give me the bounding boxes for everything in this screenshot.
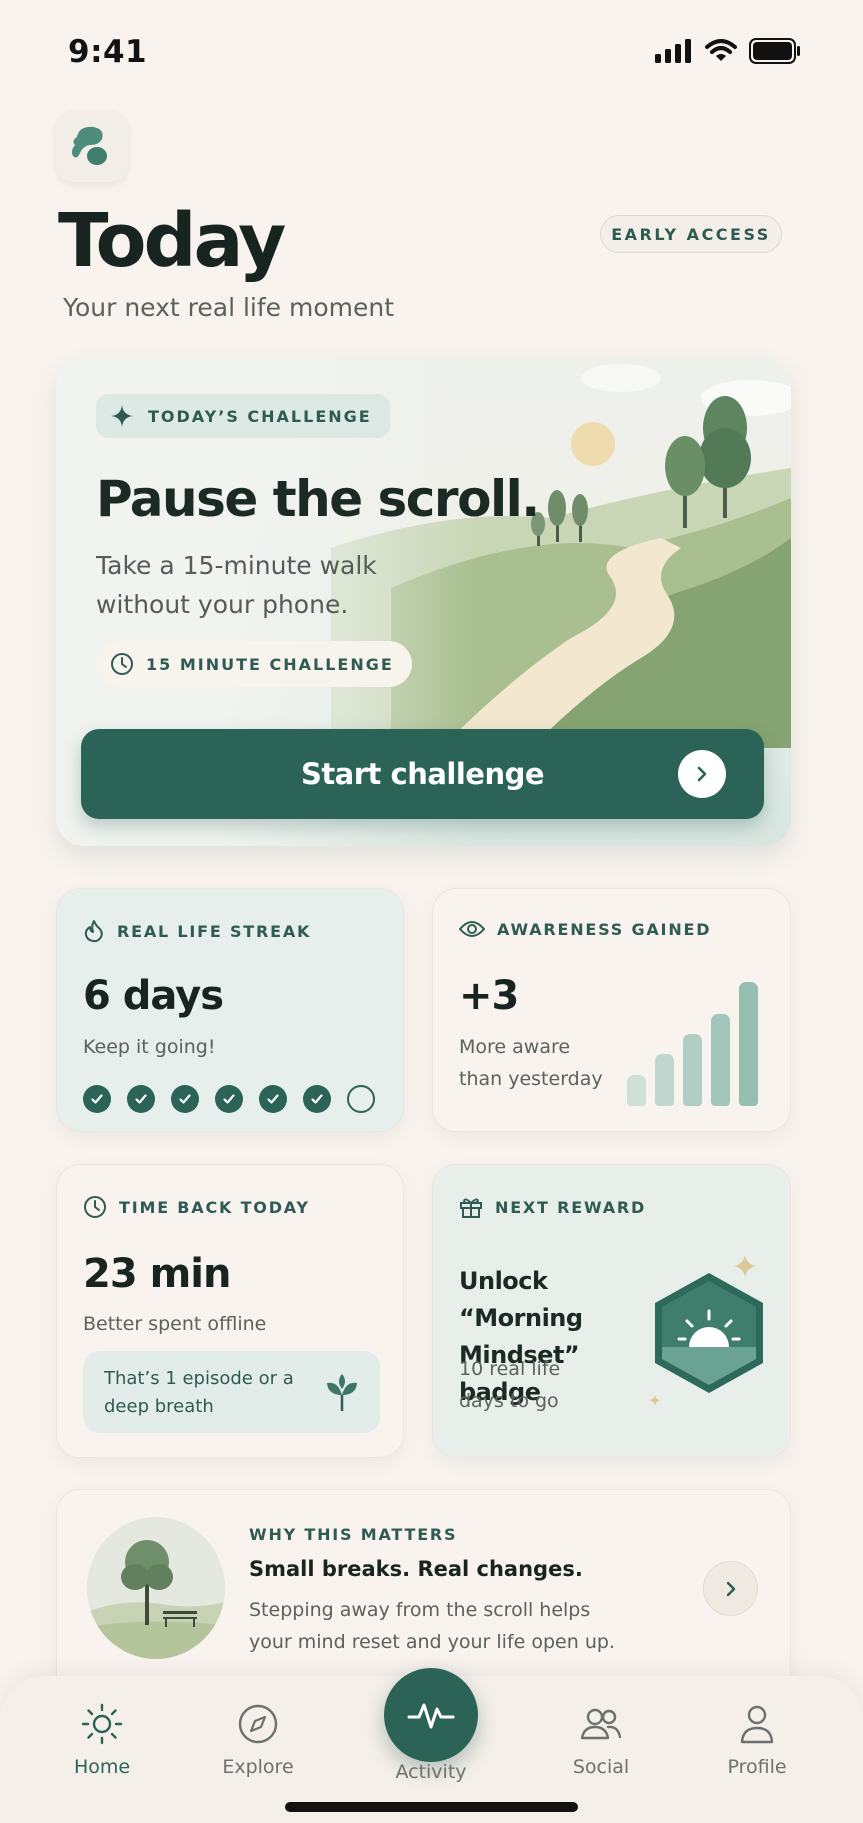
why-title: Small breaks. Real changes.	[249, 1557, 583, 1581]
awareness-subtitle: More aware than yesterday	[459, 1036, 603, 1090]
app-logo[interactable]	[56, 110, 128, 182]
streak-days	[83, 1085, 375, 1113]
tab-explore-label: Explore	[222, 1756, 294, 1778]
sun-icon	[81, 1703, 123, 1745]
tab-profile[interactable]: Profile	[697, 1702, 817, 1778]
challenge-tag: TODAY’S CHALLENGE	[96, 394, 390, 438]
page-subtitle: Your next real life moment	[63, 293, 395, 322]
gift-icon	[460, 1198, 482, 1218]
check-icon	[267, 1094, 279, 1104]
tab-social-label: Social	[572, 1756, 630, 1778]
streak-day-pending	[347, 1085, 375, 1113]
reward-card[interactable]: NEXT REWARD Unlock “Morning Mindset” bad…	[432, 1164, 791, 1458]
flame-icon	[84, 920, 103, 943]
awareness-bar	[627, 1075, 646, 1106]
time-back-note: That’s 1 episode or a deep breath	[83, 1351, 380, 1433]
challenge-title: Pause the scroll.	[96, 470, 540, 528]
streak-subtitle: Keep it going!	[83, 1036, 216, 1058]
reward-label-row: NEXT REWARD	[459, 1195, 646, 1219]
awareness-bar-chart	[627, 976, 767, 1106]
awareness-label-row: AWARENESS GAINED	[459, 919, 711, 939]
pulse-icon	[407, 1703, 455, 1729]
awareness-card[interactable]: AWARENESS GAINED +3 More aware than yest…	[432, 888, 791, 1132]
awareness-bar	[655, 1054, 674, 1106]
leaf-icon	[327, 1374, 357, 1411]
check-icon	[223, 1094, 235, 1104]
check-icon	[91, 1094, 103, 1104]
streak-card[interactable]: REAL LIFE STREAK 6 days Keep it going!	[56, 888, 404, 1132]
early-access-badge[interactable]: EARLY ACCESS	[600, 215, 782, 253]
streak-day-complete	[171, 1085, 199, 1113]
awareness-value: +3	[459, 973, 519, 1019]
streak-day-complete	[259, 1085, 287, 1113]
wifi-icon	[705, 39, 737, 61]
reward-label: NEXT REWARD	[495, 1197, 647, 1217]
app-logo-icon	[71, 126, 107, 165]
start-challenge-button[interactable]: Start challenge	[81, 729, 764, 819]
streak-value: 6 days	[83, 973, 224, 1019]
status-time: 9:41	[68, 34, 148, 70]
streak-label-row: REAL LIFE STREAK	[83, 919, 311, 943]
tab-profile-label: Profile	[727, 1756, 787, 1778]
awareness-bar	[711, 1014, 730, 1106]
time-back-subtitle: Better spent offline	[83, 1313, 267, 1335]
awareness-bar	[739, 982, 758, 1106]
reward-subtitle: 10 real life days to go	[459, 1358, 561, 1412]
person-icon	[740, 1705, 774, 1744]
awareness-bar	[683, 1034, 702, 1106]
streak-day-complete	[215, 1085, 243, 1113]
check-icon	[135, 1094, 147, 1104]
streak-day-complete	[127, 1085, 155, 1113]
challenge-description: Take a 15-minute walk without your phone…	[96, 551, 377, 619]
why-open-button[interactable]	[703, 1561, 758, 1616]
check-icon	[311, 1094, 323, 1104]
why-label: WHY THIS MATTERS	[249, 1525, 458, 1544]
challenge-duration-chip: 15 MINUTE CHALLENGE	[96, 641, 412, 687]
tab-activity[interactable]	[384, 1668, 478, 1762]
streak-label: REAL LIFE STREAK	[117, 921, 312, 941]
check-icon	[179, 1094, 191, 1104]
streak-day-complete	[83, 1085, 111, 1113]
tab-activity-label: Activity	[395, 1761, 467, 1783]
sparkle-icon	[111, 405, 133, 427]
challenge-card[interactable]: TODAY’S CHALLENGE Pause the scroll. Take…	[56, 358, 791, 846]
chevron-right-icon	[678, 750, 726, 798]
tree-bench-illustration	[87, 1517, 225, 1659]
tab-home[interactable]: Home	[42, 1702, 162, 1778]
home-indicator	[285, 1802, 578, 1812]
time-back-card[interactable]: TIME BACK TODAY 23 min Better spent offl…	[56, 1164, 404, 1458]
time-back-label-row: TIME BACK TODAY	[83, 1195, 310, 1219]
status-icons	[655, 38, 801, 64]
compass-icon	[238, 1704, 278, 1744]
streak-day-complete	[303, 1085, 331, 1113]
morning-mindset-badge-icon	[649, 1255, 763, 1406]
people-icon	[580, 1708, 622, 1740]
signal-icon	[655, 39, 691, 63]
clock-icon	[84, 1196, 106, 1218]
start-challenge-label: Start challenge	[300, 757, 545, 791]
time-back-label: TIME BACK TODAY	[119, 1197, 310, 1217]
time-back-note-text: That’s 1 episode or a deep breath	[104, 1368, 294, 1417]
why-description: Stepping away from the scroll helps your…	[249, 1599, 615, 1653]
why-this-matters-card[interactable]: WHY THIS MATTERS Small breaks. Real chan…	[56, 1489, 791, 1679]
eye-icon	[459, 921, 485, 937]
battery-icon	[749, 38, 800, 64]
time-back-value: 23 min	[83, 1251, 231, 1297]
tab-home-label: Home	[73, 1756, 131, 1778]
challenge-tag-label: TODAY’S CHALLENGE	[148, 406, 372, 426]
challenge-duration-label: 15 MINUTE CHALLENGE	[146, 654, 394, 674]
clock-icon	[111, 653, 133, 675]
chevron-right-icon	[726, 1581, 735, 1596]
page-title: Today	[58, 198, 286, 284]
tab-social[interactable]: Social	[541, 1702, 661, 1778]
awareness-label: AWARENESS GAINED	[497, 919, 712, 939]
tab-explore[interactable]: Explore	[198, 1702, 318, 1778]
